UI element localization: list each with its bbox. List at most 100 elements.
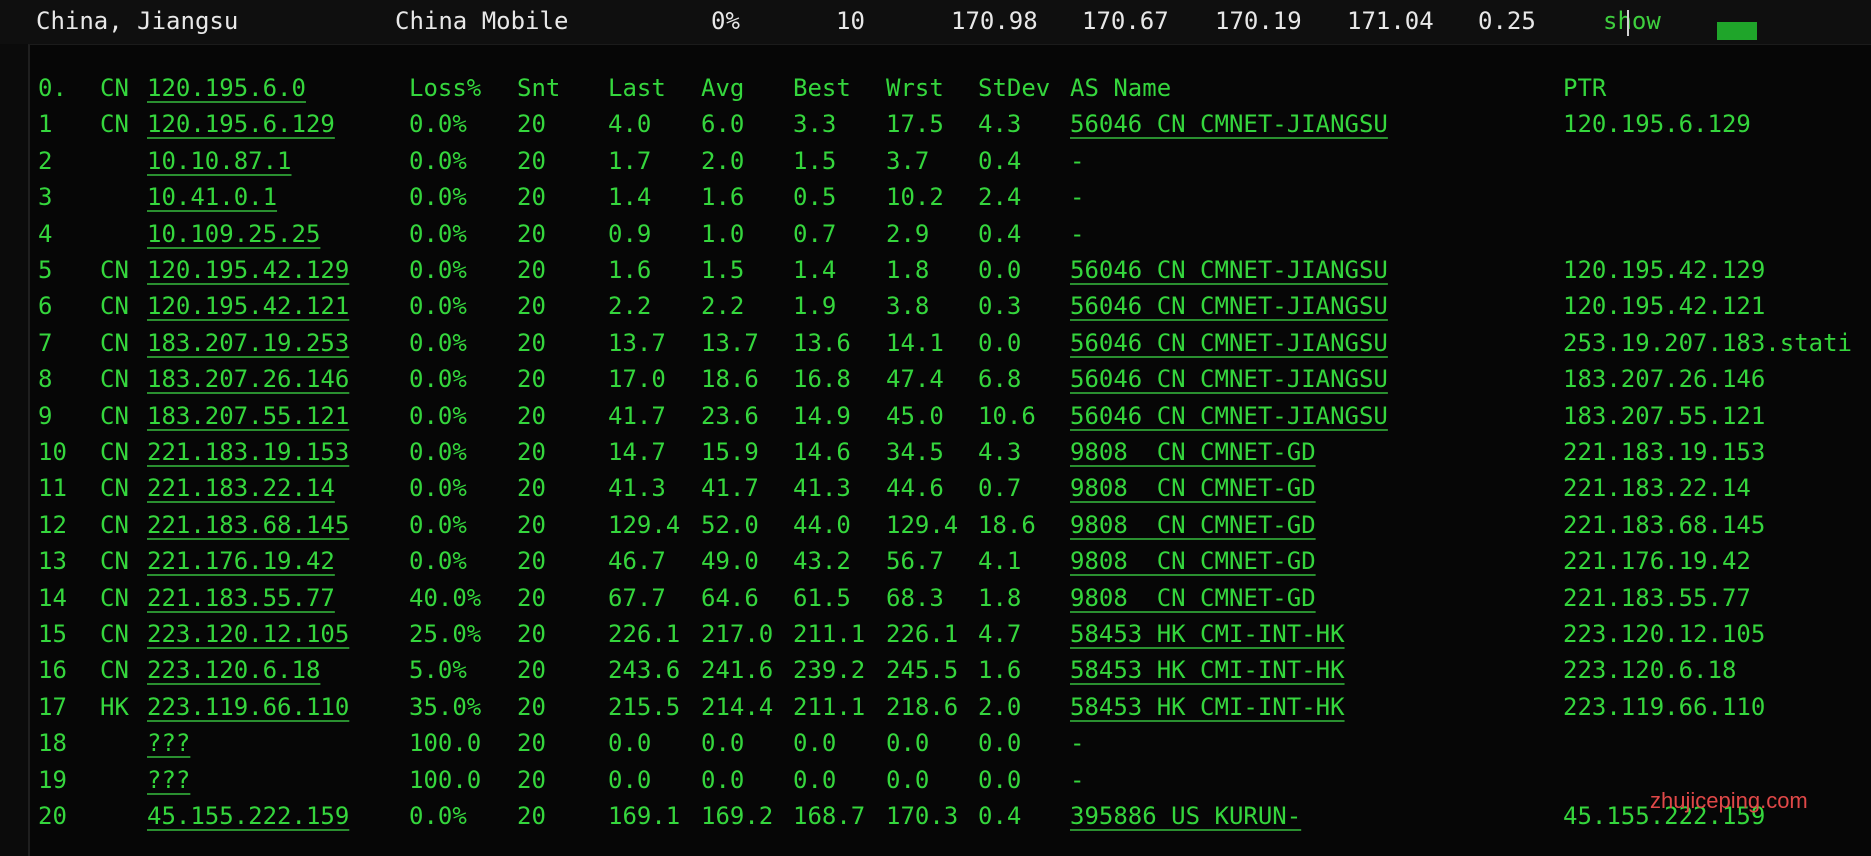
cell-asname[interactable]: 56046 CN CMNET-JIANGSU xyxy=(1070,255,1388,285)
cell-last: 41.3 xyxy=(608,474,666,503)
cell-cc: CN xyxy=(100,583,129,612)
cell-asname[interactable]: 9808 CN CMNET-GD xyxy=(1070,510,1316,540)
cell-host[interactable]: 10.10.87.1 xyxy=(147,146,292,176)
cell-asname[interactable]: 9808 CN CMNET-GD xyxy=(1070,473,1316,503)
cell-stdev: 0.0 xyxy=(978,729,1022,758)
cell-asname[interactable]: 56046 CN CMNET-JIANGSU xyxy=(1070,364,1388,394)
cell-asname[interactable]: - xyxy=(1070,146,1084,176)
cell-cc: CN xyxy=(100,292,129,321)
cell-loss: 0.0% xyxy=(409,474,467,503)
cell-host[interactable]: 120.195.6.129 xyxy=(147,109,335,139)
cell-snt: 20 xyxy=(517,692,546,721)
terminal-output[interactable]: 0. CN 120.195.6.0 Loss% Snt Last Avg Bes… xyxy=(28,44,1871,856)
table-row: 8 CN 183.207.26.146 0.0% 20 17.0 18.6 16.8 47.4 6… xyxy=(30,364,1871,400)
cell-host[interactable]: 221.176.19.42 xyxy=(147,546,335,576)
table-row: 15 CN 223.120.12.105 25.0% 20 226.1 217.0 211.1… xyxy=(30,619,1871,655)
table-row: 13 CN 221.176.19.42 0.0% 20 46.7 49.0 43.2 56.7 4… xyxy=(30,546,1871,582)
header-best: Best xyxy=(793,74,851,102)
table-row: 1 CN 120.195.6.129 0.0% 20 4.0 6.0 3.3 17.5 4.3 56… xyxy=(30,109,1871,145)
cell-host[interactable]: 221.183.22.14 xyxy=(147,473,335,503)
cell-asname[interactable]: 9808 CN CMNET-GD xyxy=(1070,546,1316,576)
cell-host[interactable]: 223.120.6.18 xyxy=(147,655,320,685)
cell-asname[interactable]: 58453 HK CMI-INT-HK xyxy=(1070,655,1345,685)
cell-cc: CN xyxy=(100,474,129,503)
show-link[interactable]: show xyxy=(1603,7,1661,35)
watermark: zhujiceping.com xyxy=(1650,788,1808,813)
cell-wrst: 45.0 xyxy=(886,401,944,430)
cell-host[interactable]: 223.120.12.105 xyxy=(147,619,349,649)
cell-best: 1.9 xyxy=(793,292,837,321)
cell-cc: CN xyxy=(100,110,129,139)
cell-stdev: 4.3 xyxy=(978,438,1022,466)
cell-asname[interactable]: 58453 HK CMI-INT-HK xyxy=(1070,619,1345,649)
cell-snt: 20 xyxy=(517,146,546,175)
summary-location: China, Jiangsu xyxy=(36,7,239,35)
header-cc: CN xyxy=(100,74,129,102)
summary-last: 170.98 xyxy=(951,7,1038,35)
cell-best: 0.7 xyxy=(793,219,837,248)
cell-host[interactable]: 183.207.19.253 xyxy=(147,328,349,358)
cell-snt: 20 xyxy=(517,365,546,394)
cell-hop: 12 xyxy=(38,510,67,539)
cell-host[interactable]: 221.183.68.145 xyxy=(147,510,349,540)
cell-loss: 0.0% xyxy=(409,401,467,430)
cell-cc: CN xyxy=(100,620,129,648)
cell-last: 4.0 xyxy=(608,110,652,139)
cell-asname[interactable]: 9808 CN CMNET-GD xyxy=(1070,583,1316,613)
cell-wrst: 68.3 xyxy=(886,583,944,612)
cell-best: 239.2 xyxy=(793,656,866,685)
cell-host[interactable]: 221.183.19.153 xyxy=(147,437,349,467)
cell-stdev: 6.8 xyxy=(978,365,1022,394)
cell-host[interactable]: ??? xyxy=(147,728,190,758)
cell-ptr: 221.183.68.145 xyxy=(1563,510,1766,539)
cell-hop: 6 xyxy=(38,292,53,321)
header-host[interactable]: 120.195.6.0 xyxy=(147,73,306,103)
cell-host[interactable]: 120.195.42.129 xyxy=(147,255,349,285)
cell-asname[interactable]: 9808 CN CMNET-GD xyxy=(1070,437,1316,467)
cell-asname[interactable]: 56046 CN CMNET-JIANGSU xyxy=(1070,401,1388,431)
header-avg: Avg xyxy=(701,74,745,102)
cell-host[interactable]: 223.119.66.110 xyxy=(147,692,349,722)
cell-avg: 169.2 xyxy=(701,802,774,830)
cell-last: 1.7 xyxy=(608,146,652,175)
cell-cc: CN xyxy=(100,438,129,466)
cell-asname[interactable]: - xyxy=(1070,219,1084,249)
cell-host[interactable]: 120.195.42.121 xyxy=(147,291,349,321)
cell-host[interactable]: 10.109.25.25 xyxy=(147,219,320,249)
cell-best: 0.5 xyxy=(793,183,837,212)
cell-host[interactable]: 45.155.222.159 xyxy=(147,801,349,831)
cell-best: 44.0 xyxy=(793,510,851,539)
summary-isp: China Mobile xyxy=(395,7,569,35)
cell-asname[interactable]: 56046 CN CMNET-JIANGSU xyxy=(1070,109,1388,139)
cell-loss: 0.0% xyxy=(409,365,467,394)
cell-ptr: 223.120.12.105 xyxy=(1563,620,1766,648)
cell-avg: 217.0 xyxy=(701,620,774,648)
cell-ptr: 120.195.42.121 xyxy=(1563,292,1766,321)
cell-best: 13.6 xyxy=(793,328,851,357)
cell-asname[interactable]: 56046 CN CMNET-JIANGSU xyxy=(1070,291,1388,321)
cell-host[interactable]: ??? xyxy=(147,765,190,795)
table-row: 16 CN 223.120.6.18 5.0% 20 243.6 241.6 239.2 245… xyxy=(30,655,1871,691)
cell-ptr: 221.176.19.42 xyxy=(1563,547,1751,576)
cell-asname[interactable]: - xyxy=(1070,765,1084,795)
cell-stdev: 4.1 xyxy=(978,547,1022,576)
cell-host[interactable]: 10.41.0.1 xyxy=(147,182,277,212)
table-row: 20 45.155.222.159 0.0% 20 169.1 169.2 168.7 170… xyxy=(30,801,1871,837)
cell-last: 0.0 xyxy=(608,729,652,758)
header-ptr: PTR xyxy=(1563,74,1607,102)
cell-host[interactable]: 183.207.26.146 xyxy=(147,364,349,394)
cell-ptr: 120.195.42.129 xyxy=(1563,256,1766,284)
cell-asname[interactable]: 56046 CN CMNET-JIANGSU xyxy=(1070,328,1388,358)
cell-wrst: 226.1 xyxy=(886,620,959,648)
cell-asname[interactable]: - xyxy=(1070,728,1084,758)
cell-asname[interactable]: 395886 US KURUN- xyxy=(1070,801,1301,831)
cell-snt: 20 xyxy=(517,256,546,284)
cell-asname[interactable]: - xyxy=(1070,182,1084,212)
cell-host[interactable]: 221.183.55.77 xyxy=(147,583,335,613)
cell-best: 1.5 xyxy=(793,146,837,175)
cell-asname[interactable]: 58453 HK CMI-INT-HK xyxy=(1070,692,1345,722)
cell-stdev: 0.4 xyxy=(978,802,1022,830)
cell-host[interactable]: 183.207.55.121 xyxy=(147,401,349,431)
header-stdev: StDev xyxy=(978,74,1051,102)
cell-loss: 0.0% xyxy=(409,110,467,139)
